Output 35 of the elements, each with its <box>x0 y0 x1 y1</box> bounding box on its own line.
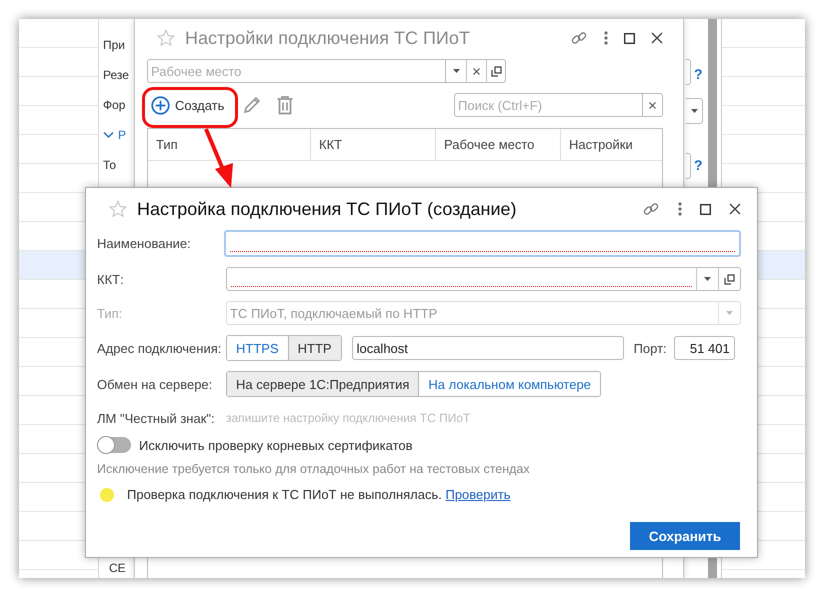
column-header[interactable]: Рабочее место <box>436 129 561 160</box>
group-title[interactable]: Р <box>118 126 126 144</box>
field-label: Наименование: <box>97 236 192 251</box>
field-label: Адрес подключения: <box>97 340 222 356</box>
exchange-toggle[interactable]: На сервере 1С:Предприятия <box>227 372 418 396</box>
field-label: Порт: <box>634 340 667 356</box>
protocol-toggle[interactable]: HTTP <box>288 336 341 360</box>
port-field[interactable]: 51 401 <box>674 336 735 360</box>
dialog-title: Настройка подключения ТС ПИоТ (создание) <box>137 198 517 220</box>
note-text: Исключение требуется только для отладочных работ на тестовых стендах <box>97 462 531 476</box>
form-label: При <box>103 37 126 54</box>
help-mark[interactable]: ? <box>694 66 703 82</box>
form-label: Фор <box>103 97 126 114</box>
form-label: СЕ <box>109 561 126 575</box>
field-value: ТС ПИоТ, подключаемый по HTTP <box>229 306 438 320</box>
toggle-label: Исключить проверку корневых сертификатов <box>139 438 413 452</box>
field-label: Тип: <box>97 306 124 320</box>
status-message: Проверка подключения к ТС ПИоТ не выполнялась. Проверить <box>127 487 510 502</box>
column-header[interactable]: Тип <box>148 129 311 160</box>
hint-text: запишите настройку подключения ТС ПИоТ <box>226 410 472 427</box>
check-link[interactable]: Проверить <box>445 487 510 502</box>
column-header[interactable]: ККТ <box>311 129 436 160</box>
form-label: Резе <box>103 67 129 84</box>
column-header[interactable]: Настройки <box>561 129 662 160</box>
field-label: ККТ: <box>97 272 125 286</box>
workplace-field[interactable]: Рабочее место <box>147 59 446 83</box>
exchange-toggle[interactable]: На локальном компьютере <box>418 372 600 396</box>
window-title: Настройки подключения ТС ПИоТ <box>185 28 470 48</box>
help-mark[interactable]: ? <box>694 157 703 173</box>
field-label: Обмен на сервере: <box>97 376 214 392</box>
save-button[interactable]: Сохранить <box>630 522 740 550</box>
field-label: ЛМ "Честный знак": <box>97 410 216 426</box>
search-field[interactable]: Поиск (Ctrl+F) <box>454 93 643 117</box>
host-field[interactable]: localhost <box>352 336 624 360</box>
form-label: То <box>103 157 118 174</box>
